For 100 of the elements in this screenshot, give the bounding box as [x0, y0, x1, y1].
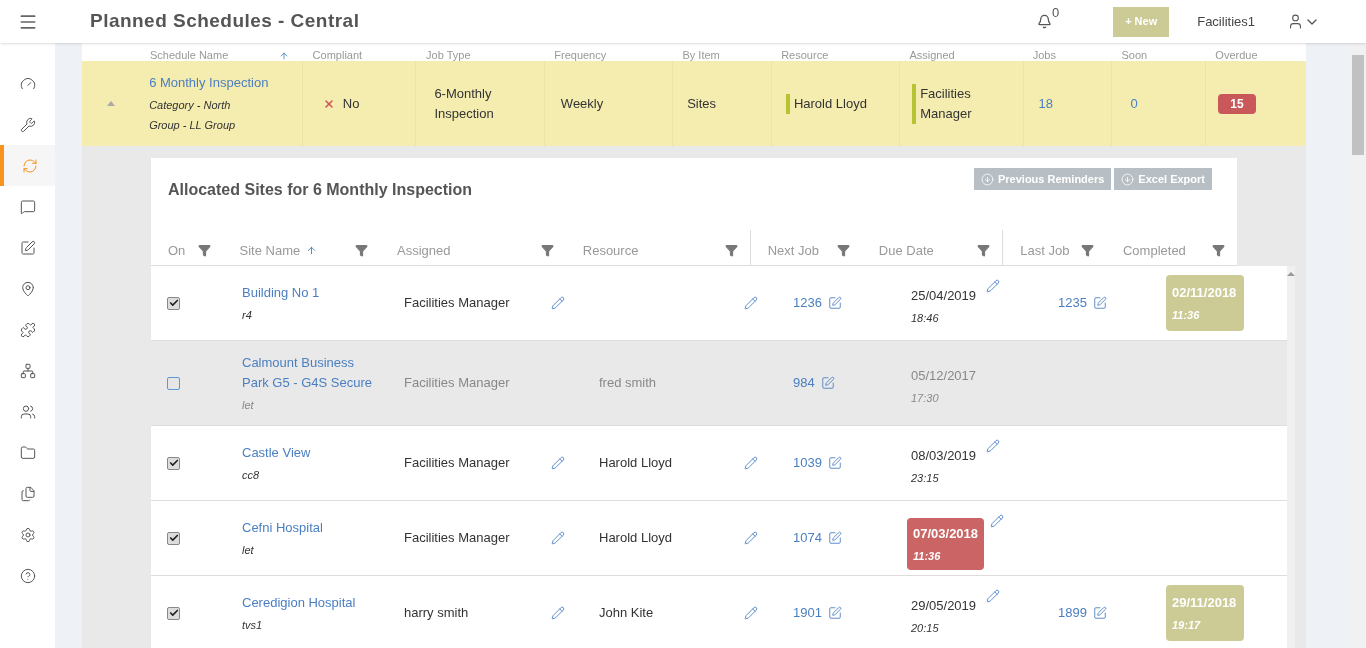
group-text: Group - LL Group	[149, 118, 237, 134]
wrench-icon	[19, 116, 36, 133]
assigned-text: harry smith	[404, 604, 469, 623]
scrollbar[interactable]	[1287, 266, 1295, 648]
resource-text: Harold Lloyd	[785, 93, 867, 114]
sidebar-item[interactable]	[0, 145, 55, 186]
user-icon[interactable]	[1287, 13, 1304, 30]
filter-icon[interactable]	[1080, 244, 1094, 257]
refresh-icon	[21, 157, 38, 174]
filter-icon[interactable]	[354, 244, 368, 257]
assigned-text: Facilities Manager	[404, 374, 510, 393]
column-header[interactable]: Next Job	[767, 240, 819, 261]
column-header[interactable]: Last Job	[1020, 240, 1070, 261]
site-row[interactable]: Castle View cc8 Facilities Manager Harold Lloyd 1039 08/03/2019 23:15	[151, 426, 1287, 501]
expand-toggle-icon[interactable]	[106, 101, 115, 106]
next-job-link[interactable]: 1901	[793, 603, 822, 623]
column-header[interactable]: Resource	[582, 240, 639, 261]
next-job-link[interactable]: 1039	[793, 453, 822, 473]
column-header[interactable]: Overdue	[1215, 50, 1258, 61]
filter-icon[interactable]	[540, 244, 554, 257]
checkbox[interactable]	[167, 456, 180, 470]
due-date-text: 25/04/2019	[911, 287, 977, 305]
completed-time-text: 11:36	[1172, 307, 1201, 323]
due-date-text: 07/03/2018	[913, 525, 979, 543]
soon-count[interactable]: 0	[1130, 93, 1138, 114]
column-header[interactable]: Job Type	[426, 50, 471, 61]
user-name[interactable]: Facilities1	[1197, 11, 1255, 32]
site-name-link[interactable]: Castle View	[242, 442, 382, 463]
pencil-icon[interactable]	[551, 606, 565, 620]
pencil-icon[interactable]	[744, 456, 758, 470]
settings-icon	[19, 526, 36, 543]
pencil-icon[interactable]	[744, 296, 758, 310]
resource-text: Harold Lloyd	[599, 529, 672, 548]
site-name-link[interactable]: Building No 1	[242, 282, 382, 303]
edit-icon[interactable]	[1092, 296, 1107, 310]
edit-icon[interactable]	[827, 531, 842, 545]
frequency-text: Weekly	[560, 94, 604, 113]
pencil-icon[interactable]	[744, 531, 758, 545]
job-type-text: 6-Monthly Inspection	[434, 84, 495, 123]
chat-icon	[19, 198, 36, 215]
pencil-icon[interactable]	[551, 296, 565, 310]
map-pin-icon	[19, 280, 36, 297]
column-header[interactable]: Jobs	[1032, 50, 1056, 61]
column-header[interactable]: Due Date	[878, 240, 934, 261]
checkbox[interactable]	[167, 606, 180, 620]
checkbox[interactable]	[167, 531, 180, 545]
site-code: r4	[242, 307, 253, 323]
assigned-text: Facilities Manager	[404, 454, 510, 473]
column-header[interactable]: Resource	[781, 50, 829, 61]
site-name-link[interactable]: Ceredigion Hospital	[242, 592, 382, 613]
panel-title: Allocated Sites for 6 Monthly Inspection	[168, 180, 473, 200]
checkbox[interactable]	[167, 296, 180, 310]
pencil-icon[interactable]	[986, 439, 1001, 453]
export-button[interactable]: Excel Export	[1114, 168, 1212, 190]
jobs-count[interactable]: 18	[1038, 93, 1054, 114]
filter-icon[interactable]	[724, 244, 738, 257]
site-name-link[interactable]: Cefni Hospital	[242, 517, 382, 538]
pencil-icon[interactable]	[551, 531, 565, 545]
download-icon	[981, 172, 994, 186]
filter-icon[interactable]	[977, 244, 991, 257]
site-row[interactable]: Cefni Hospital let Facilities Manager Harold Lloyd 1074 07/03/2018 11:36	[151, 501, 1287, 576]
schedule-name-link[interactable]: 6 Monthly Inspection	[149, 73, 302, 93]
schedule-row[interactable]: 6 Monthly Inspection Category - North Group - LL Group No 6-Monthly Inspection Weekly Sites Harold Lloyd Facilities Manager 18 0 15	[82, 61, 1306, 146]
edit-icon[interactable]	[1092, 606, 1107, 620]
site-row[interactable]: Building No 1 r4 Facilities Manager 1236 25/04/2019 18:46 1235 02/11/2018 11:36	[151, 266, 1287, 341]
column-header[interactable]: On	[168, 240, 186, 261]
site-code: tvs1	[242, 617, 264, 633]
edit-icon[interactable]	[827, 456, 842, 470]
download-icon	[1121, 172, 1135, 186]
last-job-link[interactable]: 1899	[1058, 603, 1087, 623]
hierarchy-icon	[19, 362, 36, 379]
last-job-link[interactable]: 1235	[1058, 293, 1087, 313]
site-code: cc8	[242, 467, 261, 483]
scroll-up-icon[interactable]	[1287, 272, 1295, 276]
export-button[interactable]: Previous Reminders	[974, 168, 1112, 190]
column-header[interactable]: By Item	[682, 50, 720, 61]
column-header[interactable]: Schedule Name	[150, 50, 229, 61]
filter-icon[interactable]	[197, 244, 211, 257]
column-header[interactable]: Soon	[1121, 50, 1148, 61]
page-scrollbar[interactable]	[1350, 43, 1366, 648]
next-job-link[interactable]: 1236	[793, 293, 822, 313]
pencil-icon[interactable]	[986, 279, 1001, 293]
site-code: let	[242, 542, 255, 558]
filter-icon[interactable]	[836, 244, 850, 257]
notification-icon[interactable]	[1036, 14, 1052, 29]
edit-icon[interactable]	[827, 296, 842, 310]
column-header[interactable]: Frequency	[554, 50, 607, 61]
assigned-text: Facilities Manager	[404, 294, 510, 313]
edit-icon[interactable]	[827, 606, 842, 620]
pencil-icon[interactable]	[990, 514, 1005, 528]
pencil-icon[interactable]	[551, 456, 565, 470]
column-header[interactable]: Compliant	[312, 50, 363, 61]
column-header[interactable]: Assigned	[396, 240, 451, 261]
filter-icon[interactable]	[1212, 244, 1225, 257]
next-job-link[interactable]: 1074	[793, 528, 822, 548]
column-header[interactable]: Completed	[1122, 240, 1186, 261]
pencil-icon[interactable]	[986, 589, 1001, 603]
column-header[interactable]: Assigned	[909, 50, 955, 61]
column-header[interactable]: Site Name	[239, 240, 301, 261]
pencil-icon[interactable]	[744, 606, 758, 620]
